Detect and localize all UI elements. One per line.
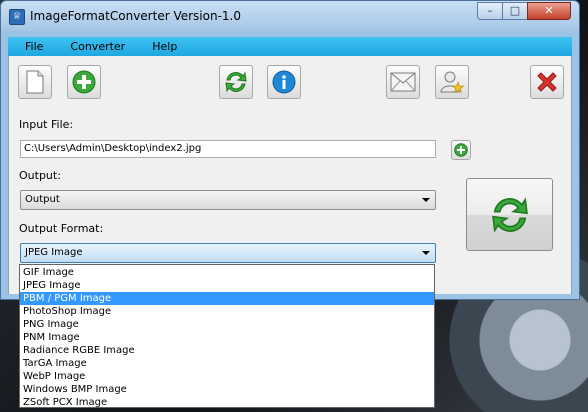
maximize-button[interactable]: □	[502, 2, 528, 20]
browse-input-button[interactable]	[451, 140, 471, 160]
format-option-pbm-pgm[interactable]: PBM / PGM Image	[20, 292, 434, 305]
format-option-pcx[interactable]: ZSoft PCX Image	[20, 396, 434, 409]
convert-icon	[491, 196, 528, 233]
format-option-radiance[interactable]: Radiance RGBE Image	[20, 344, 434, 357]
app-window: ♕ ImageFormatConverter Version-1.0 – □ ✕…	[0, 0, 580, 300]
menu-bar: File Converter Help	[8, 37, 572, 56]
output-format-label: Output Format:	[19, 222, 104, 235]
close-button[interactable]: ✕	[527, 2, 571, 20]
output-format-select[interactable]: JPEG Image	[20, 243, 436, 263]
output-label: Output:	[19, 169, 61, 182]
format-option-gif[interactable]: GIF Image	[20, 266, 434, 279]
window-title: ImageFormatConverter Version-1.0	[30, 9, 241, 23]
convert-button[interactable]	[466, 178, 553, 251]
refresh-button[interactable]	[219, 65, 253, 99]
format-option-photoshop[interactable]: PhotoShop Image	[20, 305, 434, 318]
exit-icon	[537, 72, 557, 92]
input-file-field[interactable]: C:\Users\Admin\Desktop\index2.jpg	[20, 140, 436, 158]
user-button[interactable]	[435, 65, 469, 99]
format-option-bmp[interactable]: Windows BMP Image	[20, 383, 434, 396]
format-option-jpeg[interactable]: JPEG Image	[20, 279, 434, 292]
menu-converter[interactable]: Converter	[53, 40, 135, 53]
new-file-button[interactable]	[18, 65, 52, 99]
output-format-value: JPEG Image	[25, 247, 83, 258]
output-select[interactable]: Output	[20, 190, 436, 210]
minimize-button[interactable]: –	[477, 2, 503, 20]
add-icon	[454, 143, 468, 157]
menu-file[interactable]: File	[8, 40, 53, 53]
email-icon	[390, 72, 416, 92]
menu-help[interactable]: Help	[135, 40, 187, 53]
refresh-icon	[225, 71, 247, 93]
info-button[interactable]	[267, 65, 301, 99]
input-file-label: Input File:	[19, 118, 74, 131]
title-bar[interactable]: ♕ ImageFormatConverter Version-1.0 – □ ✕	[1, 1, 579, 31]
format-option-png[interactable]: PNG Image	[20, 318, 434, 331]
format-option-pnm[interactable]: PNM Image	[20, 331, 434, 344]
exit-button[interactable]	[530, 65, 564, 99]
output-select-value: Output	[25, 194, 60, 205]
format-dropdown-list: GIF Image JPEG Image PBM / PGM Image Pho…	[19, 264, 435, 408]
new-file-icon	[26, 70, 44, 94]
chevron-down-icon	[422, 251, 430, 255]
info-icon	[272, 70, 296, 94]
app-icon: ♕	[9, 9, 25, 25]
window-controls: – □ ✕	[477, 2, 571, 20]
chevron-down-icon	[422, 198, 430, 202]
main-panel: Input File: C:\Users\Admin\Desktop\index…	[8, 56, 572, 294]
email-button[interactable]	[386, 65, 420, 99]
format-option-webp[interactable]: WebP Image	[20, 370, 434, 383]
user-favorite-icon	[440, 71, 465, 94]
add-file-button[interactable]	[67, 65, 101, 99]
format-option-targa[interactable]: TarGA Image	[20, 357, 434, 370]
add-icon	[72, 70, 96, 94]
